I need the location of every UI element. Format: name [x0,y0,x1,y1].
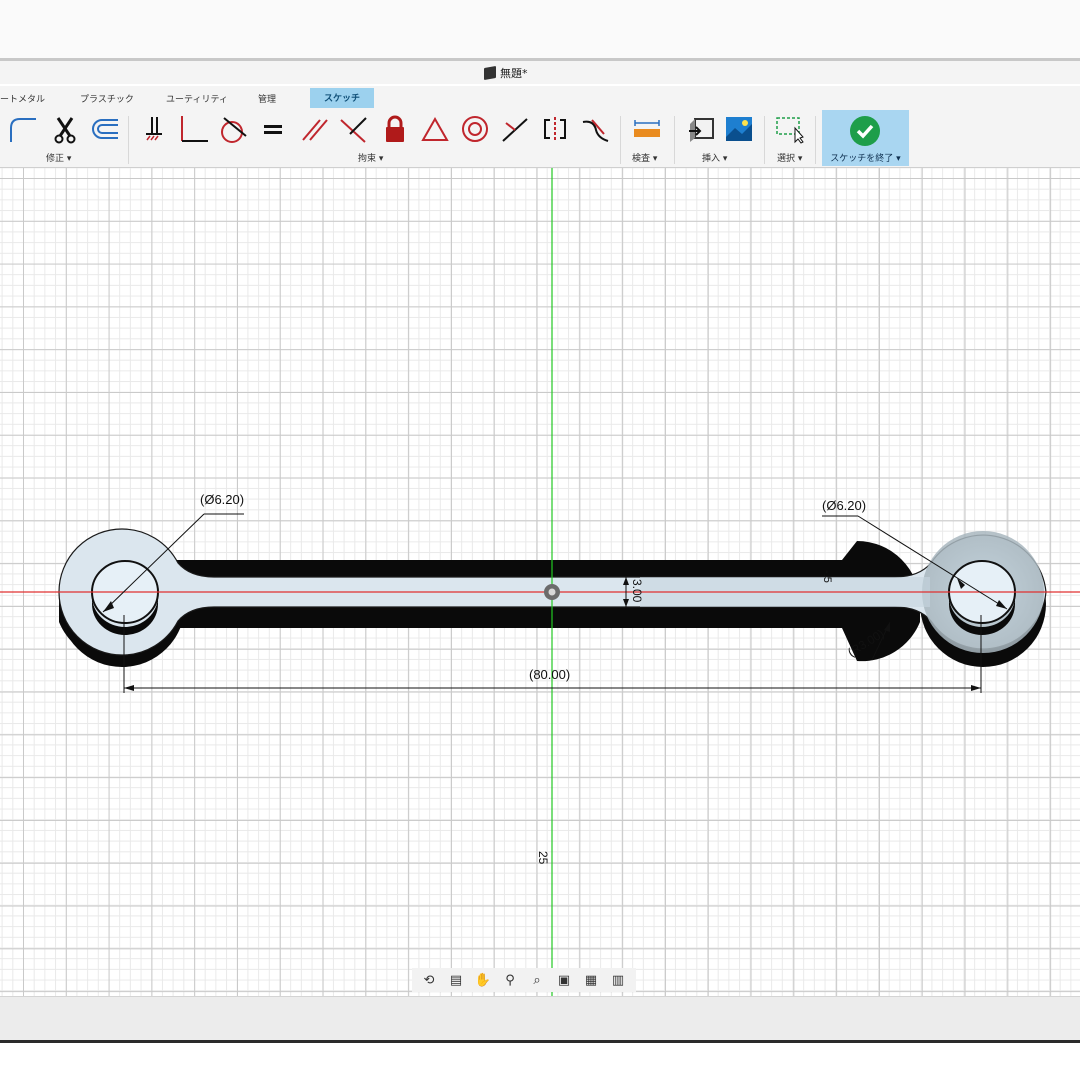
insert-derive-tool[interactable] [686,114,716,144]
viewports-icon[interactable]: ▥ [605,970,631,990]
fillet-icon [10,118,36,142]
separator [128,116,129,164]
separator [815,116,816,164]
document-title-text: 無題* [500,67,528,80]
select-tool[interactable] [774,114,804,144]
offset-icon [92,119,118,139]
midpoint-icon [502,118,528,142]
lock-icon [386,115,404,142]
triangle-icon [421,116,449,141]
curvature-tool[interactable] [580,114,610,144]
concentric-icon [462,116,488,142]
width-label: 3.00 [630,579,644,603]
measure-icon [634,120,660,137]
constraints-menu[interactable]: 拘束 ▾ [358,151,383,164]
title-bar: 無題* [0,58,1080,84]
symmetry-icon [544,117,566,141]
ribbon-toolbar: 修正 ▾ 拘束 ▾ 検査 ▾ 挿入 ▾ 選択 ▾ スケッチを終了 ▾ [0,110,1080,168]
overall-length-label: (80.00) [529,667,570,682]
vertical-offset-label[interactable]: 25 [536,851,550,865]
perpendicular-tool[interactable] [178,114,208,144]
fillet-tool[interactable] [6,114,36,144]
coincident-line-tool[interactable] [338,114,368,144]
trim-icon [54,117,76,144]
grid-settings-icon[interactable]: ▦ [578,970,604,990]
look-at-icon[interactable]: ▤ [443,970,469,990]
status-bar [0,996,1080,1040]
measure-tool[interactable] [632,114,662,144]
left-diameter-label: (Ø6.20) [200,492,244,507]
finish-sketch-button[interactable]: スケッチを終了 ▾ [822,110,909,166]
tangent-tool[interactable] [218,114,248,144]
tab-sketch[interactable]: スケッチ [310,88,375,108]
document-title[interactable]: 無題* [484,65,528,81]
bottom-blank [0,1043,1080,1080]
insert-derive-icon [689,118,714,142]
curvature-icon [582,119,609,142]
fusion-window: 無題* ートメタル プラスチック ユーティリティ 管理 スケッチ 修正 ▾ 拘束… [0,0,1080,1080]
coincident-icon [340,117,367,143]
concentric-tool[interactable] [460,114,490,144]
offset-tool[interactable] [88,114,118,144]
zoom-icon[interactable]: ⚲ [497,970,523,990]
parallel-tool[interactable] [300,114,330,144]
separator [764,116,765,164]
document-cube-icon [484,65,496,81]
trim-tool[interactable] [50,114,80,144]
window-select-icon [776,117,804,144]
right-diameter-label: (Ø6.20) [822,498,866,513]
select-menu[interactable]: 選択 ▾ [777,151,802,164]
symmetry-tool[interactable] [540,114,570,144]
pan-icon[interactable]: ✋ [470,970,496,990]
sketch-canvas[interactable]: (Ø6.20) (Ø6.20) (80.00) 3.00 -.5 (R3.00)… [0,168,1080,996]
insert-canvas-tool[interactable] [724,114,754,144]
inspect-menu[interactable]: 検査 ▾ [632,151,657,164]
perpendicular-icon [181,116,208,142]
equal-tool[interactable] [258,114,288,144]
orbit-icon[interactable]: ⟲ [416,970,442,990]
fix-lock-tool[interactable] [380,114,410,144]
side-marker-label[interactable]: -.5 [821,570,833,583]
display-settings-icon[interactable]: ▣ [551,970,577,990]
modify-menu[interactable]: 修正 ▾ [46,151,71,164]
tab-plastic[interactable]: プラスチック [80,92,134,105]
tangent-icon [221,117,247,143]
separator [674,116,675,164]
separator [620,116,621,164]
midpoint-tool[interactable] [500,114,530,144]
parallel-icon [302,119,328,141]
fix-tool[interactable] [140,114,170,144]
fix-horizontal-vertical-icon [146,117,162,141]
navigation-bar: ⟲ ▤ ✋ ⚲ ⌕ ▣ ▦ ▥ [412,968,636,992]
tab-manage[interactable]: 管理 [258,92,276,105]
equal-icon [264,125,282,134]
tab-sheet-metal[interactable]: ートメタル [0,92,45,105]
origin-point[interactable] [544,584,560,600]
triangle-tool[interactable] [420,114,450,144]
insert-menu[interactable]: 挿入 ▾ [702,151,727,164]
workspace-tabs: ートメタル プラスチック ユーティリティ 管理 スケッチ [0,86,1080,110]
checkmark-icon [850,116,880,146]
tab-utilities[interactable]: ユーティリティ [166,92,228,105]
sketch-drawing[interactable]: (Ø6.20) (Ø6.20) (80.00) 3.00 -.5 (R3.00)… [0,168,1080,996]
insert-image-icon [726,117,752,141]
fit-icon[interactable]: ⌕ [524,970,550,990]
top-blank [0,0,1080,58]
finish-sketch-label: スケッチを終了 ▾ [830,154,901,164]
